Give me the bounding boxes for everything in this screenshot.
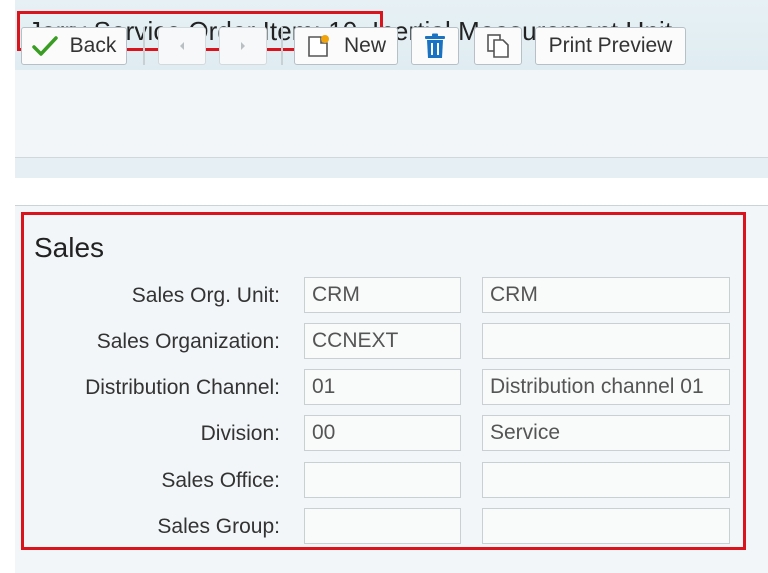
- toolbar: [15, 70, 768, 158]
- back-label: Back: [69, 34, 117, 57]
- chevron-right-icon: [241, 42, 245, 50]
- sales-office-field[interactable]: [304, 462, 461, 498]
- print-preview-label: Print Preview: [548, 34, 673, 57]
- sales-group-label: Sales Group:: [157, 515, 280, 538]
- sales-org-unit-description-field[interactable]: CRM: [482, 277, 730, 313]
- previous-button[interactable]: [158, 27, 206, 65]
- division-field[interactable]: 00: [304, 415, 461, 451]
- toolbar-separator: [143, 27, 145, 65]
- new-label: New: [343, 34, 386, 57]
- sales-organization-field[interactable]: CCNEXT: [304, 323, 461, 359]
- toolbar-separator: [281, 27, 283, 65]
- trash-icon: [425, 33, 445, 58]
- checkmark-icon: [31, 36, 58, 56]
- new-document-icon: [308, 35, 329, 57]
- sales-section-title: Sales: [34, 232, 105, 263]
- copy-icon: [487, 34, 509, 58]
- distribution-channel-label: Distribution Channel:: [85, 376, 280, 399]
- new-button[interactable]: New: [294, 27, 398, 65]
- sales-group-field[interactable]: [304, 508, 461, 544]
- sales-organization-description-field[interactable]: [482, 323, 730, 359]
- tab-strip: [15, 158, 768, 178]
- next-button[interactable]: [219, 27, 267, 65]
- sales-group-description-field[interactable]: [482, 508, 730, 544]
- back-button[interactable]: Back: [21, 27, 127, 65]
- delete-button[interactable]: [411, 27, 459, 65]
- distribution-channel-description-field[interactable]: Distribution channel 01: [482, 369, 730, 405]
- chevron-left-icon: [180, 42, 184, 50]
- division-label: Division:: [200, 422, 280, 445]
- sales-organization-label: Sales Organization:: [96, 330, 280, 353]
- division-description-field[interactable]: Service: [482, 415, 730, 451]
- copy-button[interactable]: [474, 27, 522, 65]
- sales-org-unit-field[interactable]: CRM: [304, 277, 461, 313]
- print-preview-button[interactable]: Print Preview: [535, 27, 686, 65]
- sales-office-description-field[interactable]: [482, 462, 730, 498]
- sales-office-label: Sales Office:: [161, 469, 280, 492]
- sales-org-unit-label: Sales Org. Unit:: [131, 284, 280, 307]
- distribution-channel-field[interactable]: 01: [304, 369, 461, 405]
